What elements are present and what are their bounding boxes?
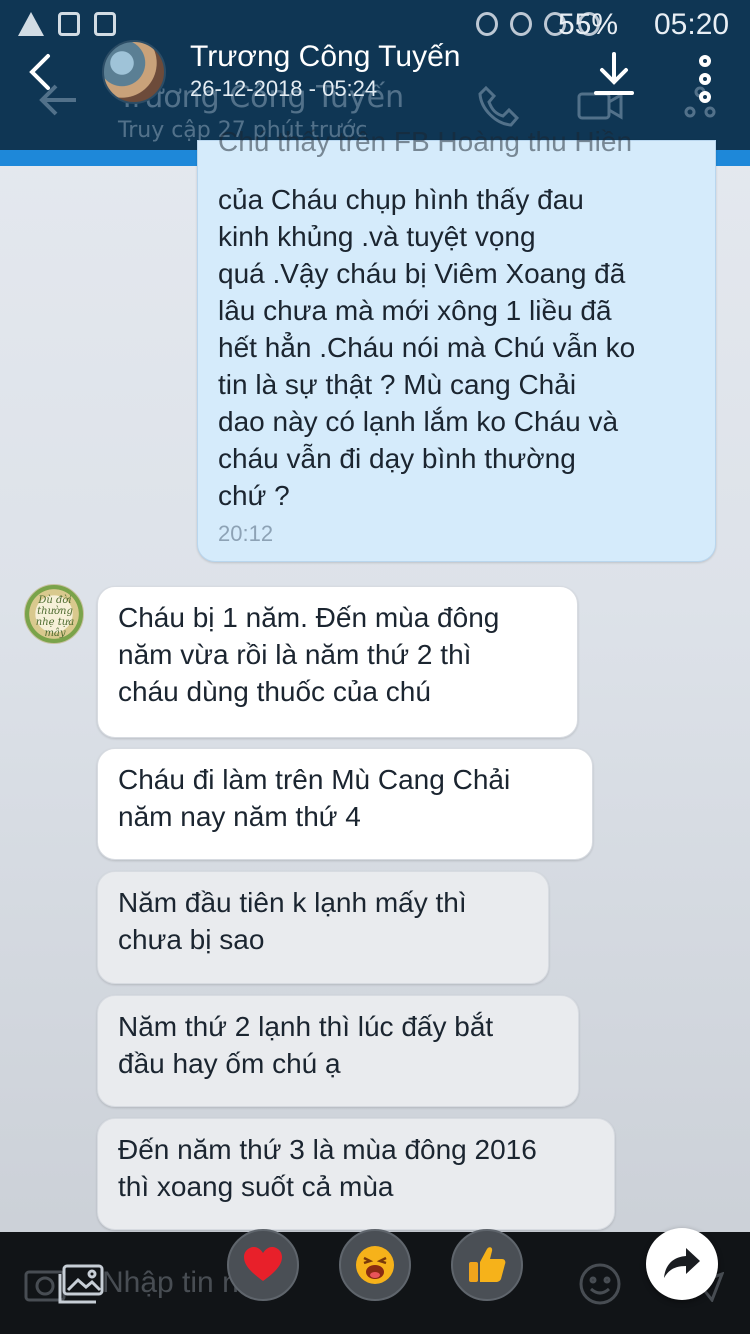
reaction-laugh-button[interactable]	[339, 1229, 411, 1301]
notification-icons	[18, 12, 116, 36]
share-button[interactable]	[646, 1228, 718, 1300]
laugh-icon	[356, 1246, 394, 1284]
incoming-message[interactable]: Cháu bị 1 năm. Đến mùa đông năm vừa rồi …	[97, 586, 578, 738]
message-line: Năm thứ 2 lạnh thì lúc đấy bắt	[118, 1011, 494, 1042]
status-time: 05:20	[654, 8, 730, 41]
message-line: Cháu bị 1 năm. Đến mùa đông	[118, 602, 500, 633]
alarm-icon	[476, 12, 498, 36]
back-chevron-icon[interactable]	[22, 52, 58, 92]
message-line: cháu dùng thuốc của chú	[118, 676, 431, 707]
message-line: lâu chưa mà mới xông 1 liều đã	[218, 295, 612, 326]
message-line: Cháu đi làm trên Mù Cang Chải	[118, 764, 511, 795]
viewer-date: 26-12-2018 - 05:24	[190, 76, 378, 101]
messenger-icon	[94, 12, 116, 36]
message-line: hết hẳn .Cháu nói mà Chú vẫn ko	[218, 332, 636, 363]
message-line: năm vừa rồi là năm thứ 2 thì	[118, 639, 472, 670]
message-line: năm nay năm thứ 4	[118, 801, 361, 832]
message-line: quá .Vậy cháu bị Viêm Xoang đã	[218, 258, 626, 289]
incoming-message[interactable]: Năm thứ 2 lạnh thì lúc đấy bắt đầu hay ố…	[97, 995, 579, 1107]
battery-level: 55%	[558, 8, 619, 41]
message-line: chưa bị sao	[118, 924, 265, 955]
thumbs-up-icon	[469, 1247, 506, 1282]
message-line: Chú thấy trên FB Hoàng thu Hiền	[218, 126, 633, 157]
incoming-message[interactable]: Năm đầu tiên k lạnh mấy thì chưa bị sao	[97, 871, 549, 984]
reaction-like-button[interactable]	[451, 1229, 523, 1301]
incoming-message[interactable]: Đến năm thứ 3 là mùa đông 2016 thì xoang…	[97, 1118, 615, 1230]
message-line: thì xoang suốt cả mùa	[118, 1171, 394, 1202]
heart-icon	[244, 1247, 282, 1281]
contact-avatar[interactable]	[102, 40, 166, 104]
sender-avatar[interactable]: Dù đời thường nhẹ tựa mây	[24, 584, 84, 644]
incoming-message[interactable]: Cháu đi làm trên Mù Cang Chải năm nay nă…	[97, 748, 593, 860]
message-line: chứ ?	[218, 480, 290, 511]
viewer-title: Trương Công Tuyến	[190, 40, 461, 73]
message-line: tin là sự thật ? Mù cang Chải	[218, 369, 577, 400]
share-icon	[664, 1248, 700, 1278]
download-icon[interactable]	[592, 52, 636, 96]
kebab-menu-icon[interactable]	[692, 54, 718, 104]
wifi-icon	[510, 12, 532, 36]
message-time: 20:12	[218, 521, 274, 546]
message-line: Năm đầu tiên k lạnh mấy thì	[118, 887, 467, 918]
avatar-caption: Dù đời thường nhẹ tựa mây	[35, 595, 75, 639]
emoji-icon[interactable]	[578, 1262, 622, 1306]
message-line: dao này có lạnh lắm ko Cháu và	[218, 406, 619, 437]
message-line: kinh khủng .và tuyệt vọng	[218, 221, 536, 252]
message-line: đầu hay ốm chú ạ	[118, 1048, 341, 1079]
outgoing-message[interactable]: Chú thấy trên FB Hoàng thu Hiền của Cháu…	[197, 126, 716, 562]
reaction-heart-button[interactable]	[227, 1229, 299, 1301]
gallery-icon[interactable]	[56, 1262, 106, 1306]
phone-icon[interactable]	[476, 84, 520, 128]
message-line: của Cháu chụp hình thấy đau	[218, 184, 584, 215]
message-line: cháu vẫn đi dạy bình thường	[218, 443, 576, 474]
message-line: Đến năm thứ 3 là mùa đông 2016	[118, 1134, 537, 1165]
warning-icon	[18, 12, 44, 36]
notification-icon	[58, 12, 80, 36]
